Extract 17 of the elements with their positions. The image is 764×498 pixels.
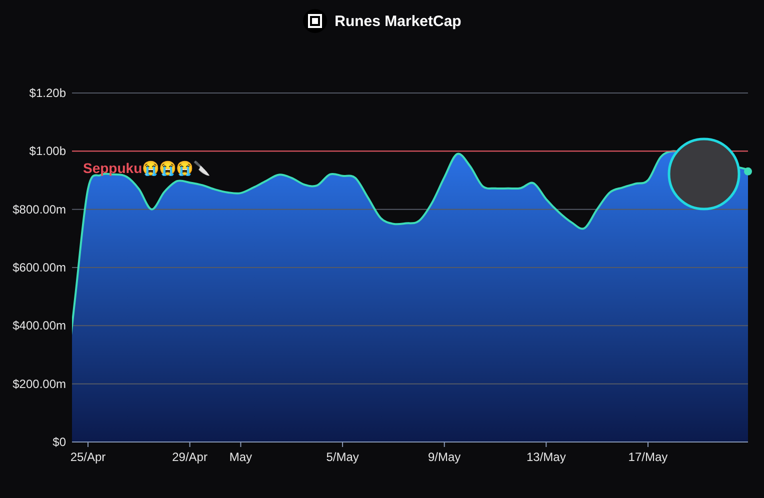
y-axis-label: $1.20b: [29, 86, 66, 100]
x-axis-label: 29/Apr: [172, 450, 208, 464]
x-axis-label: 5/May: [326, 450, 359, 464]
annotation-label: Seppuku😭😭😭🔪: [83, 160, 210, 176]
end-point-marker: [744, 167, 752, 176]
y-axis-label: $800.00m: [12, 202, 66, 216]
y-axis-label: $400.00m: [12, 318, 66, 333]
chart-title: Runes MarketCap: [334, 12, 462, 30]
x-axis-label: 13/May: [526, 450, 566, 464]
y-axis-label: $200.00m: [12, 376, 66, 391]
x-axis-label: May: [229, 450, 252, 464]
y-axis-label: $0: [52, 435, 66, 449]
x-axis-label: 9/May: [428, 450, 461, 464]
x-axis-label: 17/May: [628, 450, 668, 464]
y-axis-label: $600.00m: [12, 260, 66, 274]
y-axis-label: $1.00b: [29, 144, 66, 158]
x-axis-label: 25/Apr: [70, 450, 106, 464]
